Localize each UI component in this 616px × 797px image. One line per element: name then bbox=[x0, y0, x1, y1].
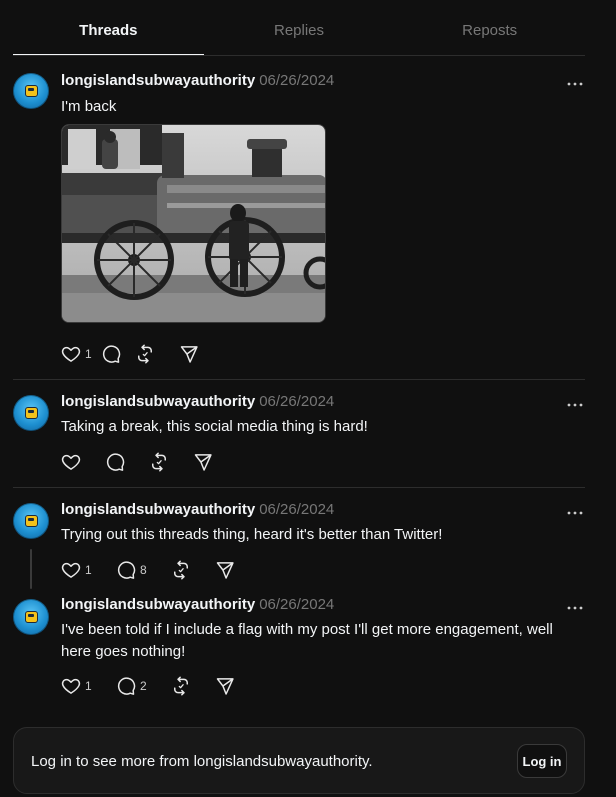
username[interactable]: longislandsubwayauthority bbox=[61, 393, 255, 410]
post-date[interactable]: 06/26/2024 bbox=[259, 501, 334, 518]
like-count: 1 bbox=[85, 563, 92, 577]
username[interactable]: longislandsubwayauthority bbox=[61, 72, 255, 89]
comment-icon bbox=[117, 677, 136, 695]
avatar[interactable] bbox=[13, 73, 49, 109]
reply-button[interactable]: 2 bbox=[116, 676, 171, 696]
post-image[interactable] bbox=[61, 124, 326, 323]
comment-icon bbox=[102, 345, 121, 363]
repost-button[interactable] bbox=[171, 560, 215, 580]
post-header: longislandsubwayauthority 06/26/2024 bbox=[61, 501, 334, 519]
post-actions: 1 2 bbox=[61, 676, 245, 696]
repost-button[interactable] bbox=[149, 452, 193, 472]
avatar[interactable] bbox=[13, 503, 49, 539]
more-options-icon[interactable] bbox=[566, 76, 584, 86]
more-options-icon[interactable] bbox=[566, 600, 584, 610]
more-options-icon[interactable] bbox=[566, 505, 584, 515]
heart-icon bbox=[61, 346, 81, 362]
login-button[interactable]: Log in bbox=[517, 744, 567, 778]
tab-threads[interactable]: Threads bbox=[13, 0, 204, 55]
post-text: I'm back bbox=[61, 98, 117, 115]
subway-logo-icon bbox=[24, 85, 38, 97]
post-header: longislandsubwayauthority 06/26/2024 bbox=[61, 596, 334, 614]
reply-button[interactable] bbox=[105, 452, 149, 472]
post-actions: 1 bbox=[61, 344, 209, 364]
like-button[interactable]: 1 bbox=[61, 344, 101, 364]
post-divider bbox=[13, 487, 585, 488]
post-text: Taking a break, this social media thing … bbox=[61, 418, 368, 435]
post-date[interactable]: 06/26/2024 bbox=[259, 393, 334, 410]
repost-button[interactable] bbox=[171, 676, 215, 696]
thread-connector-line bbox=[30, 549, 32, 589]
post-text: Trying out this threads thing, heard it'… bbox=[61, 526, 443, 543]
reply-button[interactable] bbox=[101, 344, 135, 364]
heart-icon bbox=[61, 454, 81, 470]
reply-button[interactable]: 8 bbox=[116, 560, 171, 580]
subway-logo-icon bbox=[24, 407, 38, 419]
post-divider bbox=[13, 379, 585, 380]
subway-logo-icon bbox=[24, 611, 38, 623]
more-options-icon[interactable] bbox=[566, 397, 584, 407]
reply-count: 2 bbox=[140, 679, 147, 693]
share-button[interactable] bbox=[215, 676, 245, 696]
avatar[interactable] bbox=[13, 395, 49, 431]
tab-replies[interactable]: Replies bbox=[204, 0, 395, 55]
post-header: longislandsubwayauthority 06/26/2024 bbox=[61, 393, 334, 411]
like-count: 1 bbox=[85, 347, 92, 361]
like-button[interactable] bbox=[61, 452, 105, 472]
heart-icon bbox=[61, 562, 81, 578]
post-actions: 1 8 bbox=[61, 560, 245, 580]
locomotive-image bbox=[62, 125, 325, 322]
repost-icon bbox=[138, 344, 152, 364]
send-icon bbox=[216, 678, 234, 695]
like-button[interactable]: 1 bbox=[61, 676, 116, 696]
repost-icon bbox=[152, 452, 166, 472]
like-button[interactable]: 1 bbox=[61, 560, 116, 580]
post-date[interactable]: 06/26/2024 bbox=[259, 596, 334, 613]
tab-reposts[interactable]: Reposts bbox=[394, 0, 585, 55]
avatar[interactable] bbox=[13, 599, 49, 635]
post-text: I've been told if I include a flag with … bbox=[61, 621, 553, 660]
repost-icon bbox=[174, 676, 188, 696]
login-prompt-text: Log in to see more from longislandsubway… bbox=[31, 753, 373, 770]
send-icon bbox=[194, 454, 212, 471]
username[interactable]: longislandsubwayauthority bbox=[61, 596, 255, 613]
share-button[interactable] bbox=[179, 344, 209, 364]
send-icon bbox=[180, 346, 198, 363]
profile-tabs: Threads Replies Reposts bbox=[13, 0, 585, 56]
heart-icon bbox=[61, 678, 81, 694]
post-header: longislandsubwayauthority 06/26/2024 bbox=[61, 72, 334, 90]
reply-count: 8 bbox=[140, 563, 147, 577]
post-date[interactable]: 06/26/2024 bbox=[259, 72, 334, 89]
like-count: 1 bbox=[85, 679, 92, 693]
subway-logo-icon bbox=[24, 515, 38, 527]
login-prompt-card: Log in to see more from longislandsubway… bbox=[13, 727, 585, 794]
share-button[interactable] bbox=[193, 452, 223, 472]
repost-button[interactable] bbox=[135, 344, 179, 364]
username[interactable]: longislandsubwayauthority bbox=[61, 501, 255, 518]
post-actions bbox=[61, 452, 223, 472]
send-icon bbox=[216, 562, 234, 579]
comment-icon bbox=[106, 453, 125, 471]
repost-icon bbox=[174, 560, 188, 580]
comment-icon bbox=[117, 561, 136, 579]
share-button[interactable] bbox=[215, 560, 245, 580]
